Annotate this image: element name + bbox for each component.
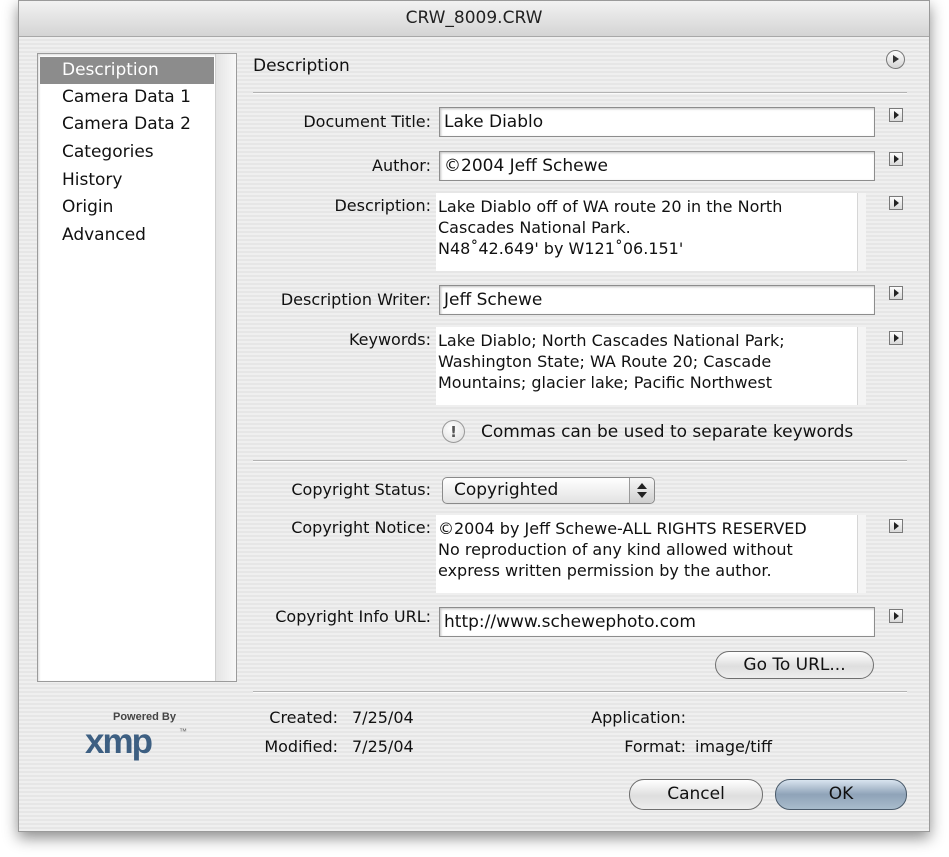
exclamation-icon: ! (442, 420, 465, 443)
description-writer-label: Description Writer: (280, 290, 431, 309)
copyright-notice-line: ©2004 by Jeff Schewe-ALL RIGHTS RESERVED (438, 519, 807, 538)
keywords-line: Lake Diablo; North Cascades National Par… (438, 331, 785, 350)
modified-value: 7/25/04 (352, 737, 414, 756)
keywords-label: Keywords: (348, 330, 431, 349)
up-down-arrows-icon (629, 478, 654, 503)
trademark-mark: ™ (179, 727, 187, 736)
dialog-window: CRW_8009.CRW Description Camera Data 1 C… (18, 0, 930, 832)
copyright-status-select[interactable]: Copyrighted (442, 477, 655, 504)
panel-title: Description (253, 56, 350, 76)
format-label: Format: (624, 737, 686, 756)
copyright-status-label: Copyright Status: (291, 480, 431, 499)
author-label: Author: (372, 156, 431, 175)
author-menu-icon[interactable] (889, 152, 903, 166)
sidebar-item-camera-data-2[interactable]: Camera Data 2 (40, 111, 214, 138)
document-title-input[interactable]: Lake Diablo (439, 107, 875, 137)
description-line: N48˚42.649' by W121˚06.151' (438, 239, 684, 258)
description-line: Cascades National Park. (438, 218, 631, 237)
modified-label: Modified: (264, 737, 338, 756)
keywords-line: Mountains; glacier lake; Pacific Northwe… (438, 373, 772, 392)
sidebar-item-origin[interactable]: Origin (40, 194, 214, 221)
copyright-notice-line: express written permission by the author… (438, 561, 772, 580)
xmp-logo: xmp (85, 722, 153, 761)
description-writer-menu-icon[interactable] (889, 286, 903, 300)
description-textarea[interactable]: Lake Diablo off of WA route 20 in the No… (436, 193, 866, 271)
sidebar-item-camera-data-1[interactable]: Camera Data 1 (40, 84, 214, 111)
copyright-notice-menu-icon[interactable] (889, 519, 903, 533)
description-menu-icon[interactable] (889, 196, 903, 210)
copyright-notice-label: Copyright Notice: (291, 518, 431, 537)
copyright-url-label: Copyright Info URL: (275, 607, 431, 626)
panel-menu-icon[interactable] (886, 50, 905, 69)
author-input[interactable]: ©2004 Jeff Schewe (439, 151, 875, 181)
go-to-url-button[interactable]: Go To URL... (715, 651, 874, 679)
created-value: 7/25/04 (352, 708, 414, 727)
description-writer-input[interactable]: Jeff Schewe (439, 285, 875, 315)
copyright-url-input[interactable]: http://www.schewephoto.com (439, 607, 875, 637)
sidebar-scrollbar[interactable] (215, 54, 236, 681)
description-label: Description: (334, 196, 431, 215)
divider (253, 460, 907, 462)
divider (253, 92, 907, 94)
keywords-textarea[interactable]: Lake Diablo; North Cascades National Par… (436, 327, 866, 405)
copyright-notice-textarea[interactable]: ©2004 by Jeff Schewe-ALL RIGHTS RESERVED… (436, 515, 866, 593)
divider (253, 691, 907, 693)
keywords-hint: Commas can be used to separate keywords (481, 422, 854, 442)
document-title-label: Document Title: (303, 112, 431, 131)
window-title: CRW_8009.CRW (19, 1, 929, 37)
keywords-menu-icon[interactable] (889, 331, 903, 345)
cancel-button[interactable]: Cancel (629, 779, 763, 810)
format-value: image/tiff (695, 737, 772, 756)
sidebar-item-advanced[interactable]: Advanced (40, 222, 214, 249)
copyright-notice-scrollbar[interactable] (857, 515, 866, 593)
description-scrollbar[interactable] (857, 193, 866, 271)
created-label: Created: (269, 708, 338, 727)
ok-button[interactable]: OK (775, 779, 907, 810)
sidebar-item-history[interactable]: History (40, 167, 214, 194)
keywords-line: Washington State; WA Route 20; Cascade (438, 352, 772, 371)
copyright-status-value: Copyrighted (454, 480, 559, 500)
application-label: Application: (591, 708, 686, 727)
sidebar-item-description[interactable]: Description (40, 57, 214, 84)
copyright-url-menu-icon[interactable] (889, 609, 903, 623)
category-list[interactable]: Description Camera Data 1 Camera Data 2 … (37, 53, 237, 682)
description-line: Lake Diablo off of WA route 20 in the No… (438, 197, 783, 216)
document-title-menu-icon[interactable] (889, 108, 903, 122)
sidebar-item-categories[interactable]: Categories (40, 139, 214, 166)
copyright-notice-line: No reproduction of any kind allowed with… (438, 540, 793, 559)
keywords-scrollbar[interactable] (857, 327, 866, 405)
